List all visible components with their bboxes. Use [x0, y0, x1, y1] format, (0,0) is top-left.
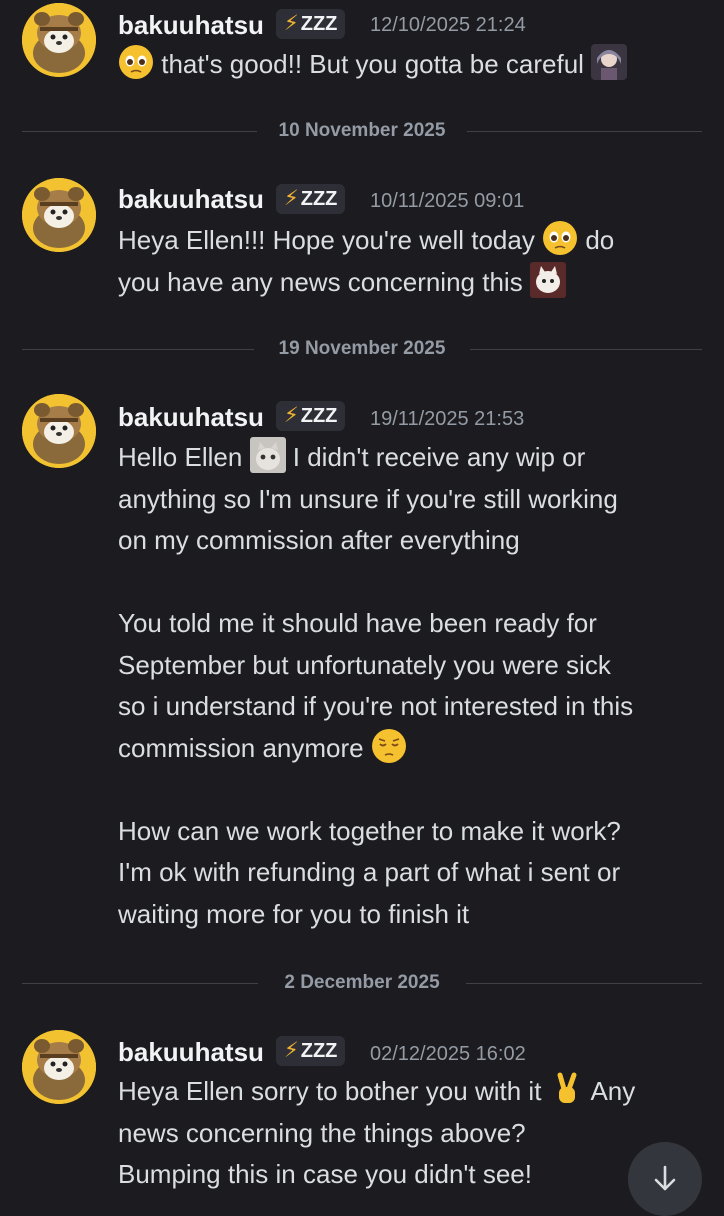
lightning-bolt-icon: ⚡ [284, 187, 299, 210]
username[interactable]: bakuuhatsu [118, 1037, 264, 1067]
message-text: so i understand if you're not interested… [118, 691, 634, 721]
message-text: You told me it should have been ready fo… [118, 608, 597, 638]
avatar[interactable] [22, 3, 96, 77]
message-body: that's good!! But you gotta be careful [118, 44, 702, 86]
badge-label: ZZZ [300, 1040, 338, 1062]
message-text: Heya Ellen!!! Hope you're well today [118, 225, 535, 255]
message-text: Hello Ellen [118, 442, 243, 472]
message-text: How can we work together to make it work… [118, 815, 621, 846]
timestamp: 02/12/2025 16:02 [370, 1043, 526, 1065]
message-text: do [585, 225, 615, 255]
badge-label: ZZZ [300, 13, 338, 35]
avatar[interactable] [22, 394, 96, 468]
message-text: anything so I'm unsure if you're still w… [118, 483, 618, 514]
message-text: Bumping this in case you didn't see! [118, 1159, 532, 1189]
badge-label: ZZZ [300, 405, 338, 427]
message-text: commission anymore [118, 732, 364, 763]
username[interactable]: bakuuhatsu [118, 10, 264, 40]
message-text: waiting more for you to finish it [118, 898, 470, 929]
game-badge[interactable]: ⚡ ZZZ [276, 1036, 346, 1066]
message-text: you have any news concerning this [118, 266, 523, 297]
message-text: September but unfortunately you were sic… [118, 649, 611, 680]
victory-hand-icon [549, 1071, 585, 1107]
date-divider: 19 November 2025 [22, 334, 702, 364]
lightning-bolt-icon: ⚡ [284, 404, 299, 427]
divider-label: 2 December 2025 [284, 972, 440, 993]
message-text: news concerning the things above? [118, 1117, 526, 1148]
lightning-bolt-icon: ⚡ [284, 1039, 299, 1062]
lightning-bolt-icon: ⚡ [284, 12, 299, 35]
arrow-down-icon [654, 1165, 676, 1191]
crying-cat-sticker-icon [249, 437, 286, 473]
username[interactable]: bakuuhatsu [118, 184, 264, 214]
message-body: Heya Ellen sorry to bother you with it A… [118, 1071, 702, 1196]
message-text: I'm ok with refunding a part of what i s… [118, 857, 621, 887]
message-text: I didn't receive any wip or [292, 442, 586, 472]
game-badge[interactable]: ⚡ ZZZ [276, 401, 346, 431]
divider-label: 19 November 2025 [278, 338, 446, 359]
message-text: Heya Ellen sorry to bother you with it [118, 1076, 542, 1106]
date-divider: 10 November 2025 [22, 116, 702, 146]
divider-label: 10 November 2025 [278, 120, 446, 141]
pleading-face-icon [542, 220, 578, 256]
pensive-face-icon [371, 728, 407, 764]
date-divider: 2 December 2025 [22, 968, 702, 998]
timestamp: 19/11/2025 21:53 [370, 408, 525, 430]
message-text: on my commission after everything [118, 525, 520, 555]
message-text: that's good!! But you gotta be careful [161, 49, 584, 79]
pleading-face-icon [118, 44, 154, 80]
avatar[interactable] [22, 178, 96, 252]
scroll-to-bottom-button[interactable] [628, 1142, 702, 1216]
game-badge[interactable]: ⚡ ZZZ [276, 184, 346, 214]
message-body: Heya Ellen!!! Hope you're well today do … [118, 220, 702, 303]
message-text: Any [590, 1076, 636, 1106]
message-body: Hello Ellen I didn't receive any wip or … [118, 437, 702, 935]
badge-label: ZZZ [300, 188, 338, 210]
timestamp: 10/11/2025 09:01 [370, 190, 525, 212]
timestamp: 12/10/2025 21:24 [370, 14, 526, 36]
game-badge[interactable]: ⚡ ZZZ [276, 9, 346, 39]
avatar[interactable] [22, 1030, 96, 1104]
cat-sticker-icon [529, 261, 566, 298]
anime-character-sticker-icon [591, 44, 628, 80]
username[interactable]: bakuuhatsu [118, 402, 264, 432]
